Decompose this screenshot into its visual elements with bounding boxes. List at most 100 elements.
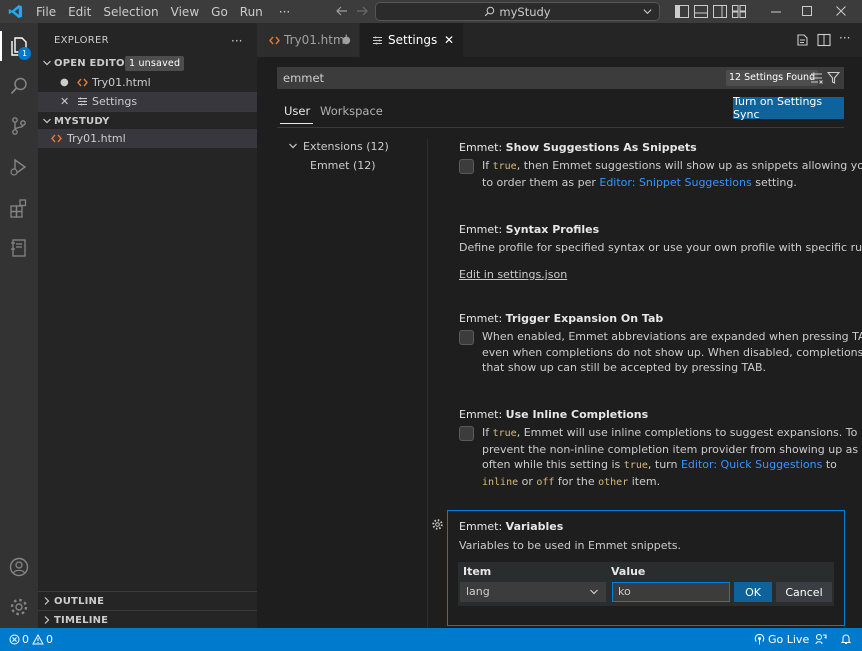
desc-line: that show up can still be accepted by pr…	[482, 361, 766, 374]
menu-view[interactable]: View	[165, 5, 205, 19]
menu-go[interactable]: Go	[205, 5, 234, 19]
settings-file-icon	[77, 96, 88, 107]
setting-name: Syntax Profiles	[505, 223, 600, 236]
menu-edit[interactable]: Edit	[62, 5, 97, 19]
back-arrow-icon[interactable]	[335, 4, 349, 18]
setting-description: Variables to be used in Emmet snippets.	[459, 539, 682, 552]
inline-completions-checkbox[interactable]	[459, 426, 474, 441]
setting-name: Show Suggestions As Snippets	[505, 141, 697, 154]
setting-prefix: Emmet:	[459, 312, 506, 325]
forward-arrow-icon[interactable]	[355, 4, 369, 18]
setting-prefix: Emmet:	[459, 141, 506, 154]
manage-gear-icon[interactable]	[6, 594, 32, 620]
problems-indicator[interactable]: 0 0	[9, 633, 53, 646]
open-settings-json-icon[interactable]	[795, 33, 809, 47]
close-window-icon[interactable]	[835, 5, 847, 18]
ok-button[interactable]: OK	[734, 582, 772, 602]
setting-gear-icon[interactable]	[431, 518, 444, 531]
toc-emmet[interactable]: Emmet (12)	[310, 159, 376, 172]
minimize-icon[interactable]	[770, 5, 782, 18]
settings-editor: emmet 12 Settings Found User Workspace T…	[257, 57, 862, 628]
open-editors-header[interactable]: OPEN EDITORS 1 unsaved	[38, 54, 257, 73]
explorer-sidebar: EXPLORER ··· OPEN EDITORS 1 unsaved ● Tr…	[38, 23, 257, 628]
trigger-expansion-checkbox[interactable]	[459, 330, 474, 345]
command-center-search[interactable]: myStudy	[375, 2, 660, 21]
maximize-icon[interactable]	[801, 5, 813, 18]
close-tab-icon[interactable]: ✕	[444, 33, 454, 47]
unsaved-dot-icon[interactable]: ●	[60, 77, 69, 88]
quick-suggestions-link[interactable]: Editor: Quick Suggestions	[681, 458, 822, 471]
source-control-icon[interactable]	[6, 113, 32, 139]
toc-extensions[interactable]: Extensions (12)	[303, 140, 389, 153]
chevron-down-icon[interactable]	[288, 141, 298, 151]
tab-user[interactable]: User	[284, 104, 310, 118]
tab-settings[interactable]: Settings ✕	[360, 23, 463, 57]
unsaved-dot-icon[interactable]: ●	[342, 35, 351, 46]
desc-text: for the	[554, 474, 599, 488]
customize-layout-icon[interactable]	[732, 5, 746, 18]
clear-filter-icon[interactable]	[810, 72, 823, 84]
setting-description: Define profile for specified syntax or u…	[459, 241, 862, 254]
desc-line: When enabled, Emmet abbreviations are ex…	[482, 330, 862, 343]
value-input[interactable]: ko	[612, 582, 730, 602]
toggle-secondary-sidebar-icon[interactable]	[713, 5, 727, 18]
toggle-panel-icon[interactable]	[694, 5, 708, 18]
timeline-header[interactable]: TIMELINE	[38, 610, 257, 629]
turn-on-settings-sync-button[interactable]: Turn on Settings Sync	[733, 95, 844, 121]
desc-code: off	[536, 476, 555, 488]
menu-file[interactable]: File	[30, 5, 62, 19]
html-file-icon	[51, 133, 62, 144]
menu-more[interactable]: ···	[269, 5, 296, 19]
settings-search-input[interactable]: emmet 12 Settings Found	[277, 67, 844, 89]
file-label: Try01.html	[67, 132, 126, 145]
notebook-icon[interactable]	[6, 235, 32, 261]
error-count: 0	[22, 633, 29, 646]
chevron-down-icon	[42, 116, 52, 126]
edit-in-settings-json-link[interactable]: Edit in settings.json	[459, 267, 567, 283]
explorer-icon[interactable]: 1	[6, 33, 32, 60]
desc-text: often while this setting is	[482, 458, 624, 471]
feedback-icon[interactable]	[815, 633, 827, 645]
folder-label: MYSTUDY	[54, 115, 110, 127]
more-actions-icon[interactable]: ···	[839, 31, 850, 45]
split-editor-icon[interactable]	[817, 33, 831, 47]
chevron-down-icon	[42, 58, 52, 68]
setting-name: Trigger Expansion On Tab	[505, 312, 664, 325]
search-view-icon[interactable]	[6, 73, 32, 99]
chevron-down-icon[interactable]	[642, 6, 653, 17]
folder-header-mystudy[interactable]: MYSTUDY	[38, 111, 257, 130]
html-file-icon	[77, 77, 88, 88]
user-tab-underline	[280, 123, 313, 124]
show-suggestions-checkbox[interactable]	[459, 159, 474, 174]
menu-selection[interactable]: Selection	[97, 5, 164, 19]
notifications-bell-icon[interactable]	[840, 633, 852, 645]
close-editor-icon[interactable]: ✕	[60, 95, 69, 108]
snippet-suggestions-link[interactable]: Editor: Snippet Suggestions	[599, 176, 751, 189]
tab-try01[interactable]: Try01.html ●	[257, 23, 359, 57]
open-editor-try01[interactable]: ● Try01.html	[38, 73, 257, 92]
accounts-icon[interactable]	[6, 554, 32, 580]
cancel-button[interactable]: Cancel	[776, 582, 832, 602]
go-live-button[interactable]: Go Live	[754, 633, 809, 646]
tab-workspace[interactable]: Workspace	[320, 104, 383, 118]
menu-run[interactable]: Run	[234, 5, 269, 19]
open-editor-settings[interactable]: ✕ Settings	[38, 92, 257, 111]
file-try01[interactable]: Try01.html	[38, 129, 257, 148]
setting-name: Variables	[505, 520, 564, 533]
toggle-sidebar-icon[interactable]	[675, 5, 689, 18]
desc-text: item.	[628, 474, 661, 488]
filter-icon[interactable]	[827, 71, 840, 84]
column-item-header: Item	[463, 565, 492, 578]
explorer-more-icon[interactable]: ···	[231, 34, 242, 48]
desc-text: to	[822, 458, 837, 471]
item-select[interactable]: lang	[460, 582, 606, 602]
desc-code: true	[623, 460, 648, 471]
extensions-icon[interactable]	[6, 195, 32, 221]
run-debug-icon[interactable]	[6, 154, 32, 180]
desc-code: true	[492, 428, 517, 439]
column-value-header: Value	[611, 565, 646, 578]
setting-title-syntax-profiles: Emmet: Syntax Profiles	[459, 223, 599, 236]
outline-header[interactable]: OUTLINE	[38, 591, 257, 610]
active-indicator	[0, 31, 2, 61]
timeline-label: TIMELINE	[54, 614, 109, 626]
